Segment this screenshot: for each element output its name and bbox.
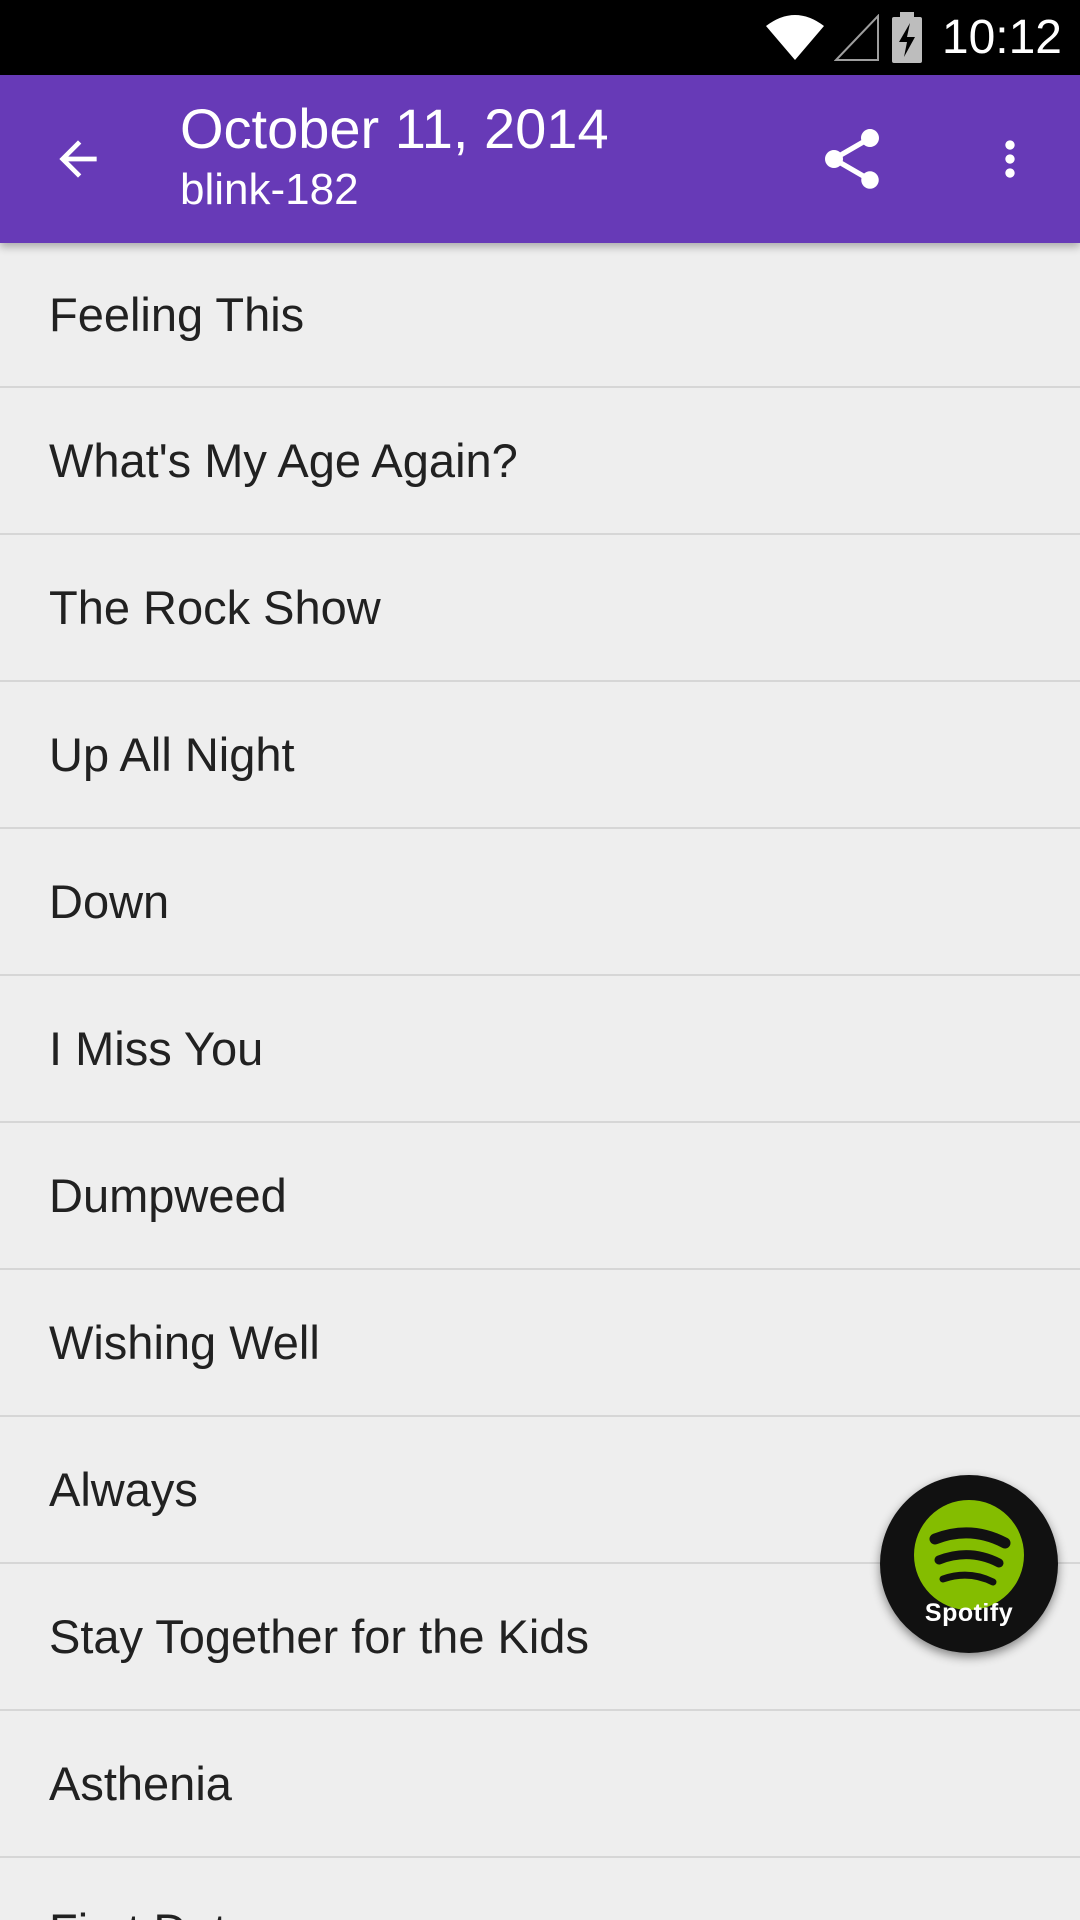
spotify-icon [914, 1500, 1024, 1610]
wifi-icon [765, 14, 824, 60]
song-list-item[interactable]: Down [0, 829, 1080, 976]
song-list-item[interactable]: Up All Night [0, 682, 1080, 829]
status-time: 10:12 [941, 11, 1062, 64]
song-title: What's My Age Again? [49, 434, 518, 487]
back-button[interactable] [36, 117, 120, 201]
song-list-item[interactable]: What's My Age Again? [0, 388, 1080, 535]
song-title: Always [49, 1463, 198, 1516]
title-block: October 11, 2014 blink-182 [180, 95, 609, 217]
page-title: October 11, 2014 [180, 97, 609, 160]
song-list-item[interactable]: First Date [0, 1858, 1080, 1920]
share-button[interactable] [806, 113, 898, 205]
song-list-item[interactable]: Dumpweed [0, 1123, 1080, 1270]
spotify-button[interactable]: Spotify [880, 1475, 1058, 1653]
song-title: The Rock Show [49, 581, 381, 634]
song-list: Feeling This What's My Age Again? The Ro… [0, 243, 1080, 1920]
song-list-item[interactable]: Wishing Well [0, 1270, 1080, 1417]
battery-charging-icon [891, 11, 922, 63]
song-title: Dumpweed [49, 1169, 287, 1222]
song-list-item[interactable]: Feeling This [0, 243, 1080, 388]
more-vert-icon [1005, 140, 1015, 178]
song-list-item[interactable]: The Rock Show [0, 535, 1080, 682]
status-icons: 10:12 [765, 0, 1062, 75]
song-title: I Miss You [49, 1022, 264, 1075]
spotify-label: Spotify [924, 1599, 1014, 1627]
arrow-back-icon [59, 140, 97, 178]
song-title: Up All Night [49, 728, 295, 781]
song-title: Asthenia [49, 1757, 232, 1810]
song-title: Feeling This [49, 288, 305, 341]
song-list-item[interactable]: Asthenia [0, 1711, 1080, 1858]
app-bar: October 11, 2014 blink-182 [0, 75, 1080, 243]
song-title: Down [49, 875, 170, 928]
more-options-button[interactable] [970, 113, 1050, 205]
song-title: First Date [49, 1903, 253, 1920]
song-title: Stay Together for the Kids [49, 1610, 589, 1663]
page-subtitle: blink-182 [180, 165, 359, 214]
song-title: Wishing Well [49, 1316, 320, 1369]
screen: 10:12 October 11, 2014 blink-182 Feeling… [0, 0, 1080, 1920]
status-bar: 10:12 [0, 0, 1080, 75]
song-list-item[interactable]: I Miss You [0, 976, 1080, 1123]
cell-signal-icon [833, 13, 879, 61]
share-icon [825, 129, 879, 189]
